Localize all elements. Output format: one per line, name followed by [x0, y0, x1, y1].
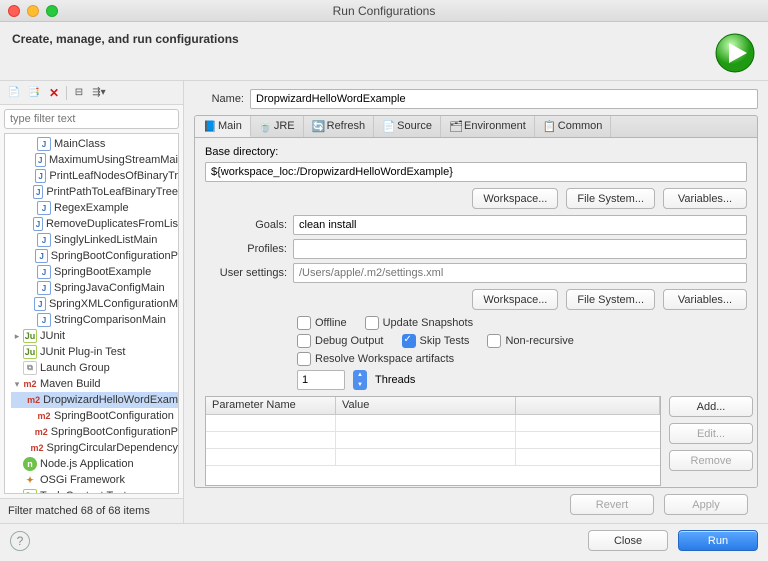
- resolve-workspace-checkbox[interactable]: [297, 352, 311, 366]
- environment-tab-icon: 🗂: [449, 120, 461, 132]
- tree-node-junit[interactable]: ▸JuJUnit: [11, 328, 178, 344]
- configurations-toolbar: 📄 📑 ✕ ⊟ ⇶▾: [0, 81, 183, 105]
- tree-leaf-java[interactable]: JSpringJavaConfigMain: [11, 280, 178, 296]
- tab-source[interactable]: 📄Source: [374, 115, 441, 137]
- parameters-table[interactable]: Parameter Name Value: [205, 396, 661, 486]
- tree-leaf-java[interactable]: JSinglyLinkedListMain: [11, 232, 178, 248]
- offline-checkbox-label[interactable]: Offline: [297, 316, 347, 330]
- param-remove-button: Remove: [669, 450, 753, 471]
- table-row[interactable]: [206, 449, 660, 466]
- collapse-all-icon[interactable]: ⊟: [71, 85, 87, 101]
- offline-checkbox[interactable]: [297, 316, 311, 330]
- configurations-panel: 📄 📑 ✕ ⊟ ⇶▾ JMainClassJMaximumUsingStream…: [0, 81, 184, 523]
- apply-button: Apply: [664, 494, 748, 515]
- settings-workspace-button[interactable]: Workspace...: [472, 289, 558, 310]
- tree-node-task-context[interactable]: JuTask Context Test: [11, 488, 178, 494]
- tree-leaf-java[interactable]: JPrintLeafNodesOfBinaryTr: [11, 168, 178, 184]
- non-recursive-checkbox-label[interactable]: Non-recursive: [487, 334, 573, 348]
- profiles-input[interactable]: [293, 239, 747, 259]
- configurations-tree[interactable]: JMainClassJMaximumUsingStreamMaiJPrintLe…: [4, 133, 179, 494]
- tree-node-nodejs[interactable]: nNode.js Application: [11, 456, 178, 472]
- profiles-label: Profiles:: [205, 243, 287, 255]
- user-settings-input[interactable]: [293, 263, 747, 283]
- tree-leaf-java[interactable]: JSpringXMLConfigurationM: [11, 296, 178, 312]
- base-directory-input[interactable]: [205, 162, 747, 182]
- tree-leaf-java[interactable]: JSpringBootExample: [11, 264, 178, 280]
- skip-tests-checkbox-label[interactable]: Skip Tests: [402, 334, 470, 348]
- settings-filesystem-button[interactable]: File System...: [566, 289, 655, 310]
- threads-stepper[interactable]: ▲▼: [353, 370, 367, 390]
- param-name-header[interactable]: Parameter Name: [206, 397, 336, 414]
- base-filesystem-button[interactable]: File System...: [566, 188, 655, 209]
- window-title: Run Configurations: [0, 4, 768, 18]
- common-tab-icon: 📋: [543, 120, 555, 132]
- config-tabs: 📘Main 🍵JRE 🔄Refresh 📄Source 🗂Environment…: [194, 115, 758, 137]
- tab-main[interactable]: 📘Main: [195, 115, 251, 137]
- tab-jre[interactable]: 🍵JRE: [251, 115, 304, 137]
- filter-icon[interactable]: ⇶▾: [91, 85, 107, 101]
- main-tab-icon: 📘: [203, 120, 215, 132]
- base-directory-label: Base directory:: [205, 146, 747, 158]
- new-config-icon[interactable]: 📄: [6, 85, 22, 101]
- tree-leaf-java[interactable]: JSpringBootConfigurationP: [11, 248, 178, 264]
- tree-leaf-maven[interactable]: m2SpringBootConfiguration: [11, 408, 178, 424]
- tree-leaf-java[interactable]: JRegexExample: [11, 200, 178, 216]
- dialog-footer: ? Close Run: [0, 523, 768, 561]
- revert-button: Revert: [570, 494, 654, 515]
- tree-node-launch-group[interactable]: ⧉Launch Group: [11, 360, 178, 376]
- configuration-detail: Name: 📘Main 🍵JRE 🔄Refresh 📄Source 🗂Envir…: [184, 81, 768, 523]
- tree-leaf-java[interactable]: JMaximumUsingStreamMai: [11, 152, 178, 168]
- update-snapshots-checkbox-label[interactable]: Update Snapshots: [365, 316, 474, 330]
- debug-output-checkbox-label[interactable]: Debug Output: [297, 334, 384, 348]
- param-value-header[interactable]: Value: [336, 397, 516, 414]
- dialog-header: Create, manage, and run configurations: [0, 22, 768, 81]
- debug-output-checkbox[interactable]: [297, 334, 311, 348]
- threads-input[interactable]: [297, 370, 345, 390]
- table-row[interactable]: [206, 432, 660, 449]
- tree-leaf-java[interactable]: JStringComparisonMain: [11, 312, 178, 328]
- tree-node-maven-build[interactable]: ▾m2Maven Build: [11, 376, 178, 392]
- non-recursive-checkbox[interactable]: [487, 334, 501, 348]
- tree-node-junit-plugin[interactable]: JuJUnit Plug-in Test: [11, 344, 178, 360]
- run-button[interactable]: Run: [678, 530, 758, 551]
- jre-tab-icon: 🍵: [259, 120, 271, 132]
- titlebar: Run Configurations: [0, 0, 768, 22]
- param-edit-button: Edit...: [669, 423, 753, 444]
- tab-common[interactable]: 📋Common: [535, 115, 612, 137]
- tree-leaf-java[interactable]: JPrintPathToLeafBinaryTree: [11, 184, 178, 200]
- name-label: Name:: [194, 93, 244, 105]
- duplicate-config-icon[interactable]: 📑: [26, 85, 42, 101]
- threads-label: Threads: [375, 374, 415, 386]
- dialog-title: Create, manage, and run configurations: [12, 32, 714, 46]
- tree-leaf-maven[interactable]: m2DropwizardHelloWordExam: [11, 392, 178, 408]
- source-tab-icon: 📄: [382, 120, 394, 132]
- tree-node-osgi[interactable]: ✦OSGi Framework: [11, 472, 178, 488]
- tree-leaf-java[interactable]: JRemoveDuplicatesFromLis: [11, 216, 178, 232]
- tree-leaf-maven[interactable]: m2SpringCircularDependency: [11, 440, 178, 456]
- delete-config-icon[interactable]: ✕: [46, 85, 62, 101]
- tree-leaf-java[interactable]: JMainClass: [11, 136, 178, 152]
- filter-status: Filter matched 68 of 68 items: [0, 498, 183, 523]
- param-add-button[interactable]: Add...: [669, 396, 753, 417]
- filter-input[interactable]: [4, 109, 179, 129]
- table-row[interactable]: [206, 415, 660, 432]
- base-variables-button[interactable]: Variables...: [663, 188, 747, 209]
- goals-label: Goals:: [205, 219, 287, 231]
- refresh-tab-icon: 🔄: [312, 120, 324, 132]
- tab-main-body: Base directory: Workspace... File System…: [194, 137, 758, 488]
- close-button[interactable]: Close: [588, 530, 668, 551]
- tree-leaf-maven[interactable]: m2SpringBootConfigurationP: [11, 424, 178, 440]
- goals-input[interactable]: [293, 215, 747, 235]
- tab-refresh[interactable]: 🔄Refresh: [304, 115, 375, 137]
- tab-environment[interactable]: 🗂Environment: [441, 115, 535, 137]
- run-icon: [714, 32, 756, 74]
- settings-variables-button[interactable]: Variables...: [663, 289, 747, 310]
- help-icon[interactable]: ?: [10, 531, 30, 551]
- update-snapshots-checkbox[interactable]: [365, 316, 379, 330]
- user-settings-label: User settings:: [205, 267, 287, 279]
- base-workspace-button[interactable]: Workspace...: [472, 188, 558, 209]
- name-input[interactable]: [250, 89, 758, 109]
- resolve-workspace-checkbox-label[interactable]: Resolve Workspace artifacts: [297, 352, 454, 366]
- skip-tests-checkbox[interactable]: [402, 334, 416, 348]
